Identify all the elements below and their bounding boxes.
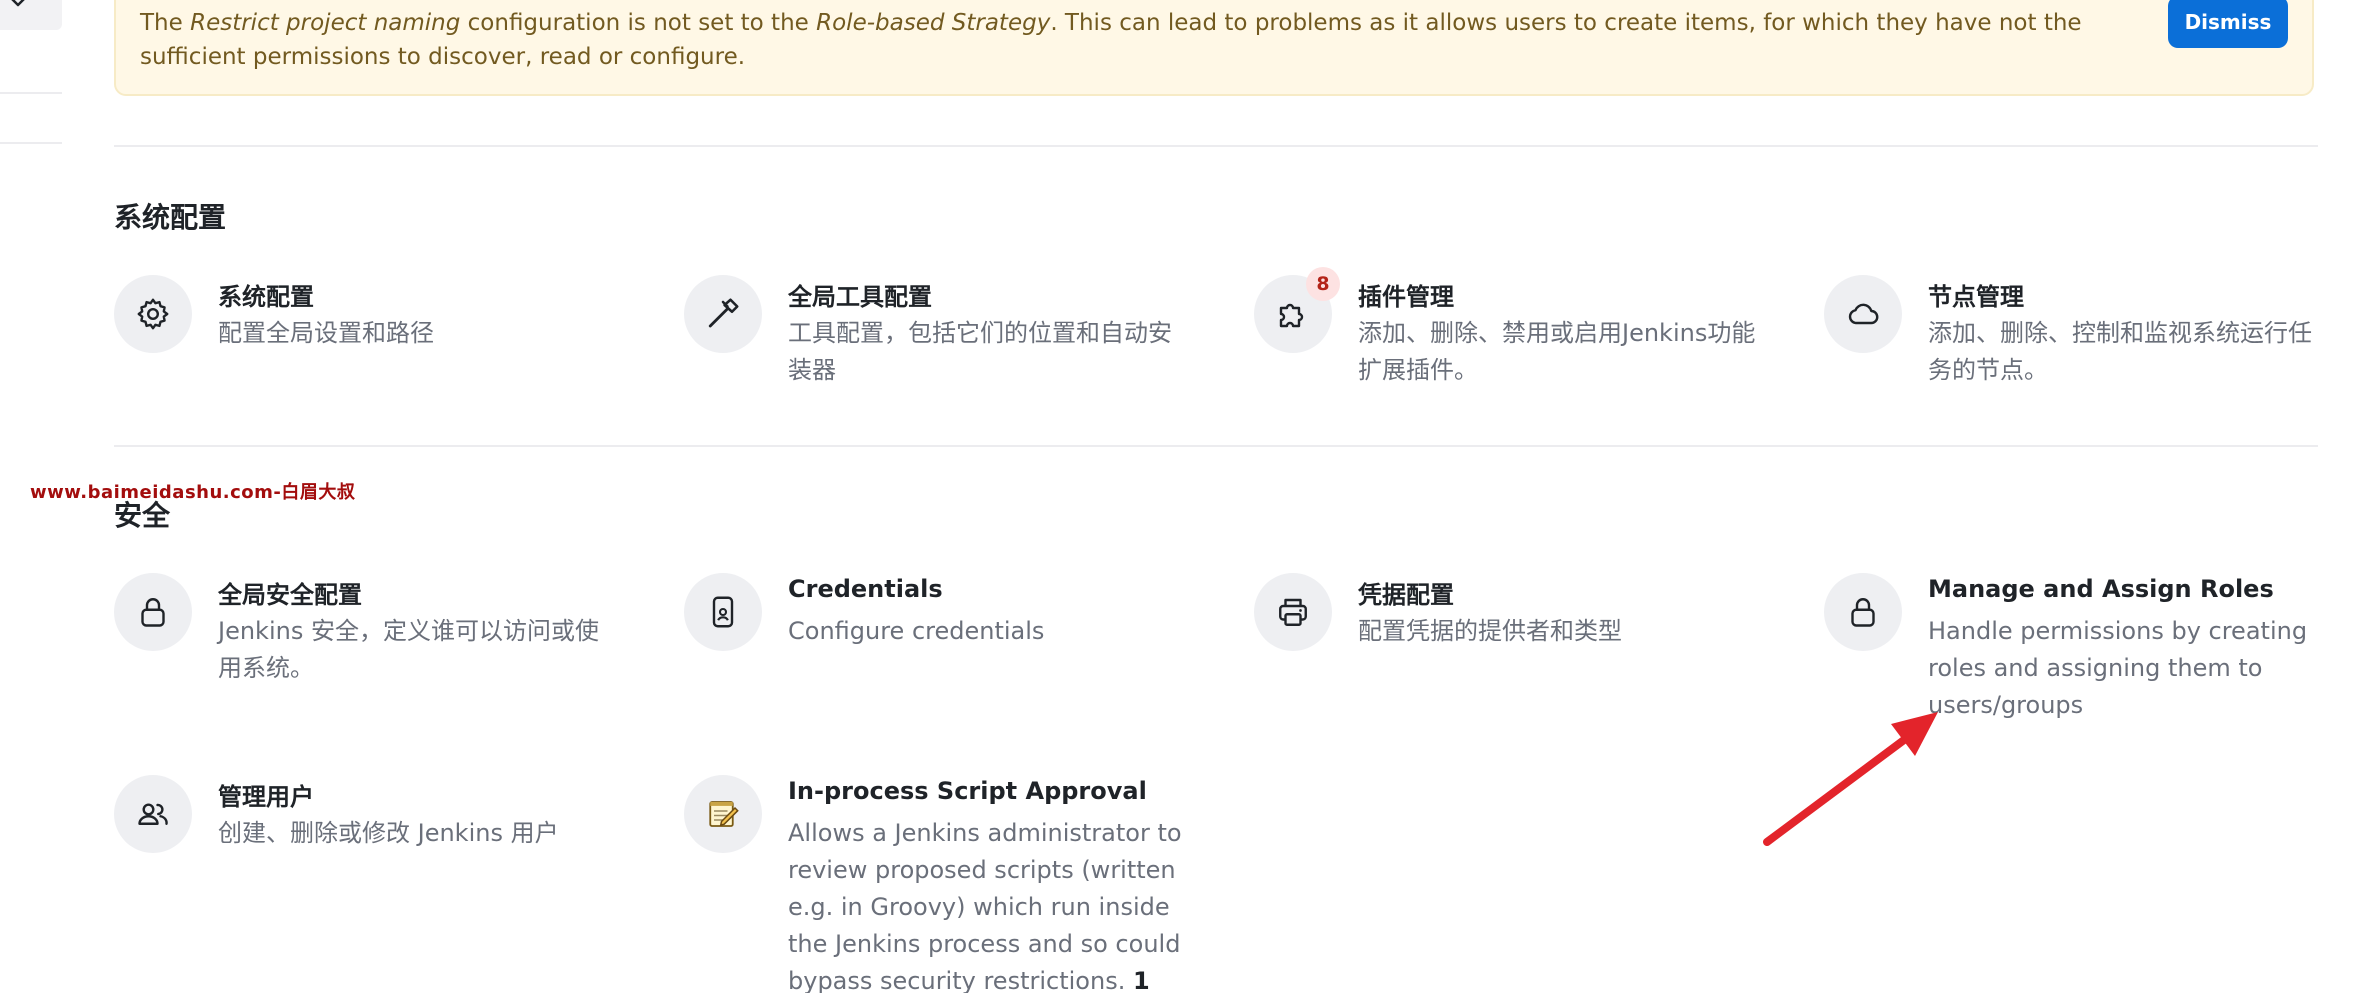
card-description: Configure credentials	[788, 617, 1045, 645]
card-title: 节点管理	[1928, 283, 2024, 311]
card-description: 配置凭据的提供者和类型	[1358, 617, 1622, 645]
pending-approvals-count: 1	[1132, 967, 1150, 993]
card-title: 全局安全配置	[218, 581, 362, 609]
card-icon-circle	[1254, 573, 1332, 651]
card-description: Allows a Jenkins administrator to review…	[788, 819, 1182, 993]
card-title: Credentials	[788, 575, 943, 603]
section-title-system: 系统配置	[114, 201, 227, 234]
card-description: 创建、删除或修改 Jenkins 用户	[218, 819, 559, 847]
users-icon	[138, 803, 168, 825]
watermark-text: www.baimeidashu.com-白眉大叔	[30, 482, 356, 503]
sidebar-divider	[0, 142, 62, 144]
hammer-icon	[708, 298, 739, 328]
card-icon-circle	[684, 573, 762, 651]
card-icon-circle	[114, 573, 192, 651]
section-title-security: 安全	[114, 499, 171, 532]
lock-icon	[1851, 598, 1875, 627]
printer-icon	[1279, 598, 1307, 626]
role-strategy-warning-banner: The Restrict project naming configuratio…	[114, 0, 2314, 96]
section-divider	[114, 445, 2318, 447]
card-description: Handle permissions by creating roles and…	[1928, 617, 2308, 719]
cloud-icon	[1848, 303, 1879, 325]
card-description: 工具配置，包括它们的位置和自动安装器	[788, 319, 1172, 384]
card-title: 系统配置	[218, 283, 314, 311]
gear-icon	[137, 298, 169, 330]
card-title: 全局工具配置	[788, 283, 932, 311]
manage-jenkins-page: The Restrict project naming configuratio…	[0, 0, 2364, 993]
sidebar-divider	[0, 92, 62, 94]
alert-message: The Restrict project naming configuratio…	[140, 10, 2082, 70]
alert-italic-config: Restrict project naming	[190, 10, 461, 36]
puzzle-icon	[1279, 303, 1304, 328]
card-icon-circle	[684, 275, 762, 353]
phone-badge-icon	[712, 596, 734, 628]
card-title: 插件管理	[1358, 283, 1454, 311]
updates-count-badge: 8	[1306, 267, 1340, 301]
card-title: Manage and Assign Roles	[1928, 575, 2274, 603]
dismiss-button[interactable]: Dismiss	[2168, 0, 2288, 48]
alert-italic-strategy: Role-based Strategy	[816, 10, 1051, 36]
card-icon-circle	[1824, 573, 1902, 651]
card-description: 配置全局设置和路径	[218, 319, 434, 347]
card-icon-circle	[114, 275, 192, 353]
chevron-down-icon	[11, 0, 25, 7]
card-description: 添加、删除、禁用或启用Jenkins功能扩展插件。	[1358, 319, 1756, 384]
card-description: Jenkins 安全，定义谁可以访问或使用系统。	[218, 617, 599, 682]
card-title: 凭据配置	[1358, 581, 1454, 609]
lock-icon	[141, 598, 165, 627]
card-description: 添加、删除、控制和监视系统运行任务的节点。	[1928, 319, 2312, 384]
sidebar-collapse-toggle[interactable]	[0, 0, 62, 30]
notepad-icon	[709, 801, 739, 827]
card-title: In-process Script Approval	[788, 777, 1147, 805]
card-title: 管理用户	[218, 783, 314, 811]
section-divider	[114, 145, 2318, 147]
card-icon-circle	[114, 775, 192, 853]
card-icon-circle	[684, 775, 762, 853]
card-icon-circle	[1824, 275, 1902, 353]
